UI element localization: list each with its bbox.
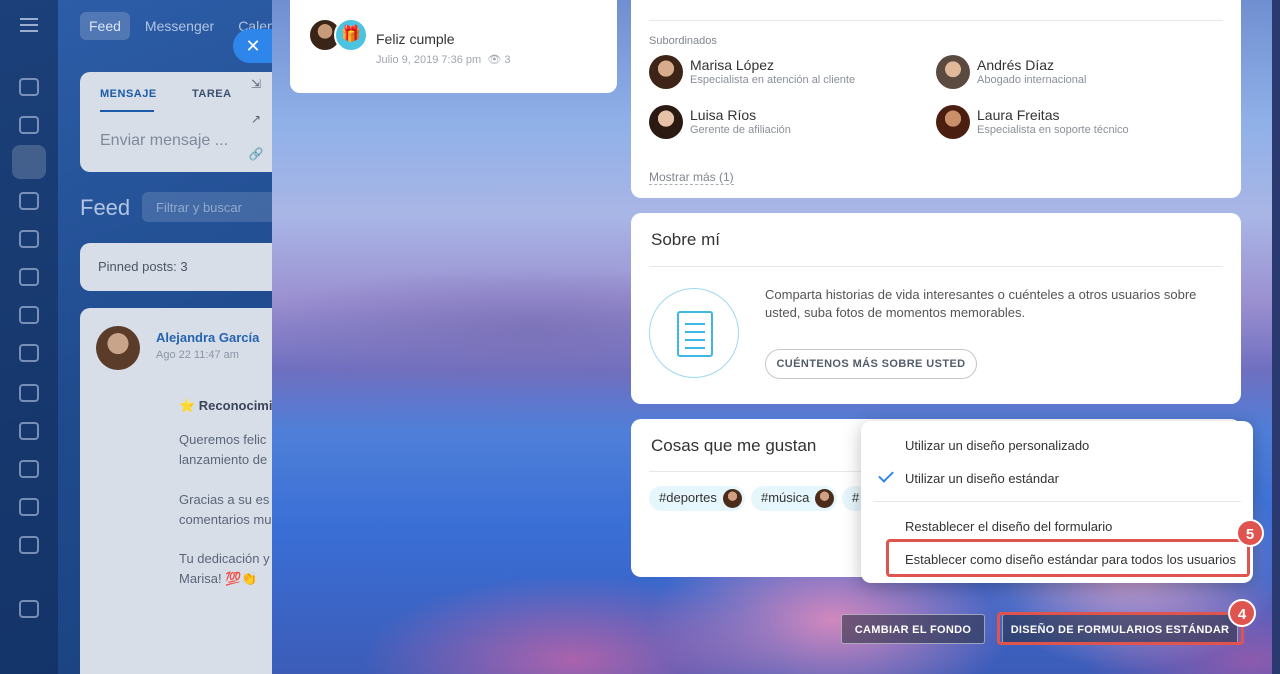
mail-icon[interactable] <box>19 384 39 402</box>
step-badge-4: 4 <box>1228 599 1256 627</box>
avatar[interactable] <box>936 105 970 139</box>
minimize-button[interactable]: ⇲ <box>240 72 272 96</box>
person-role: Especialista en atención al cliente <box>690 74 856 86</box>
eye-icon: 👁 <box>487 54 502 66</box>
message-input[interactable]: Enviar mensaje ... <box>100 132 228 150</box>
link-icon: 🔗 <box>248 147 264 161</box>
person-name[interactable]: Marisa López <box>690 57 774 73</box>
slider-edge <box>1272 0 1280 674</box>
avatar[interactable] <box>96 326 140 370</box>
birthday-title[interactable]: Feliz cumple <box>376 31 455 47</box>
avatar[interactable] <box>649 55 683 89</box>
interests-title: Cosas que me gustan <box>651 436 817 455</box>
copy-link-button[interactable]: 🔗 <box>240 142 272 166</box>
feed-title: Feed <box>80 195 131 220</box>
settings-icon[interactable] <box>19 600 39 618</box>
menu-icon[interactable] <box>20 18 38 32</box>
about-illustration <box>649 288 739 378</box>
menu-highlight-frame <box>886 539 1250 577</box>
person-name[interactable]: Andrés Díaz <box>977 57 1054 73</box>
menu-item-custom-layout[interactable]: Utilizar un diseño personalizado <box>905 438 1089 453</box>
calendar-icon[interactable] <box>19 230 39 248</box>
person-role: Abogado internacional <box>977 74 1087 86</box>
avatar[interactable] <box>936 55 970 89</box>
chat-icon[interactable] <box>19 116 39 134</box>
check-icon <box>878 467 894 483</box>
bot-icon[interactable] <box>19 536 39 554</box>
open-new-window-button[interactable]: ↗ <box>240 107 272 131</box>
menu-item-standard-layout[interactable]: Utilizar un diseño estándar <box>905 471 1059 486</box>
tag-item[interactable]: #deportes <box>649 486 745 511</box>
profile-book-icon <box>677 311 713 357</box>
contacts-icon[interactable] <box>19 422 39 440</box>
post-author[interactable]: Alejandra García <box>156 330 259 345</box>
card-icon[interactable] <box>19 344 39 362</box>
subordinates-label: Subordinados <box>649 35 717 47</box>
feed-search-input[interactable]: Filtrar y buscar <box>142 192 292 222</box>
menu-item-reset-layout[interactable]: Restablecer el diseño del formulario <box>905 519 1112 534</box>
show-more-link[interactable]: Mostrar más (1) <box>649 170 734 185</box>
change-background-button[interactable]: CAMBIAR EL FONDO <box>841 614 985 644</box>
person-name[interactable]: Laura Freitas <box>977 107 1059 123</box>
about-description: Comparta historias de vida interesantes … <box>765 287 1197 320</box>
button-highlight-frame <box>997 612 1244 645</box>
divider <box>649 266 1223 267</box>
avatar <box>815 489 835 508</box>
subordinates-card: Subordinados Marisa López Especialista e… <box>631 0 1241 198</box>
birthday-meta: Julio 9, 2019 7:36 pm 👁 3 <box>376 54 511 66</box>
menu-separator <box>873 501 1241 502</box>
birthday-card: 🎁 Feliz cumple Julio 9, 2019 7:36 pm 👁 3 <box>290 0 617 93</box>
tab-feed[interactable]: Feed <box>80 12 130 40</box>
avatar <box>722 489 742 508</box>
minimize-icon: ⇲ <box>250 77 262 91</box>
filter-icon[interactable] <box>19 498 39 516</box>
external-link-icon: ↗ <box>250 112 262 126</box>
groups-icon[interactable] <box>19 192 39 210</box>
document-icon[interactable] <box>19 268 39 286</box>
board-icon[interactable] <box>19 306 39 324</box>
gift-icon: 🎁 <box>334 18 368 52</box>
person-role: Gerente de afiliación <box>690 124 791 136</box>
divider <box>649 20 1223 21</box>
tasks-icon[interactable] <box>19 460 39 478</box>
tab-message[interactable]: MENSAJE <box>100 88 157 100</box>
left-rail <box>0 0 58 674</box>
tag-item[interactable]: #música <box>751 486 838 511</box>
avatar[interactable] <box>649 105 683 139</box>
tell-us-more-button[interactable]: CUÉNTENOS MÁS SOBRE USTED <box>765 349 977 379</box>
about-me-card: Sobre mí Comparta historias de vida inte… <box>631 213 1241 404</box>
close-icon: ✕ <box>245 36 261 56</box>
person-name[interactable]: Luisa Ríos <box>690 107 756 123</box>
feed-icon[interactable] <box>12 145 46 179</box>
about-title: Sobre mí <box>651 230 720 249</box>
tab-underline <box>100 110 154 112</box>
step-badge-5: 5 <box>1236 519 1264 547</box>
pulse-icon[interactable] <box>19 78 39 96</box>
close-slider-button[interactable]: ✕ <box>233 29 273 63</box>
tab-task[interactable]: TAREA <box>192 88 232 100</box>
tab-messenger[interactable]: Messenger <box>136 12 223 40</box>
post-date: Ago 22 11:47 am <box>156 349 239 361</box>
person-role: Especialista en soporte técnico <box>977 124 1129 136</box>
